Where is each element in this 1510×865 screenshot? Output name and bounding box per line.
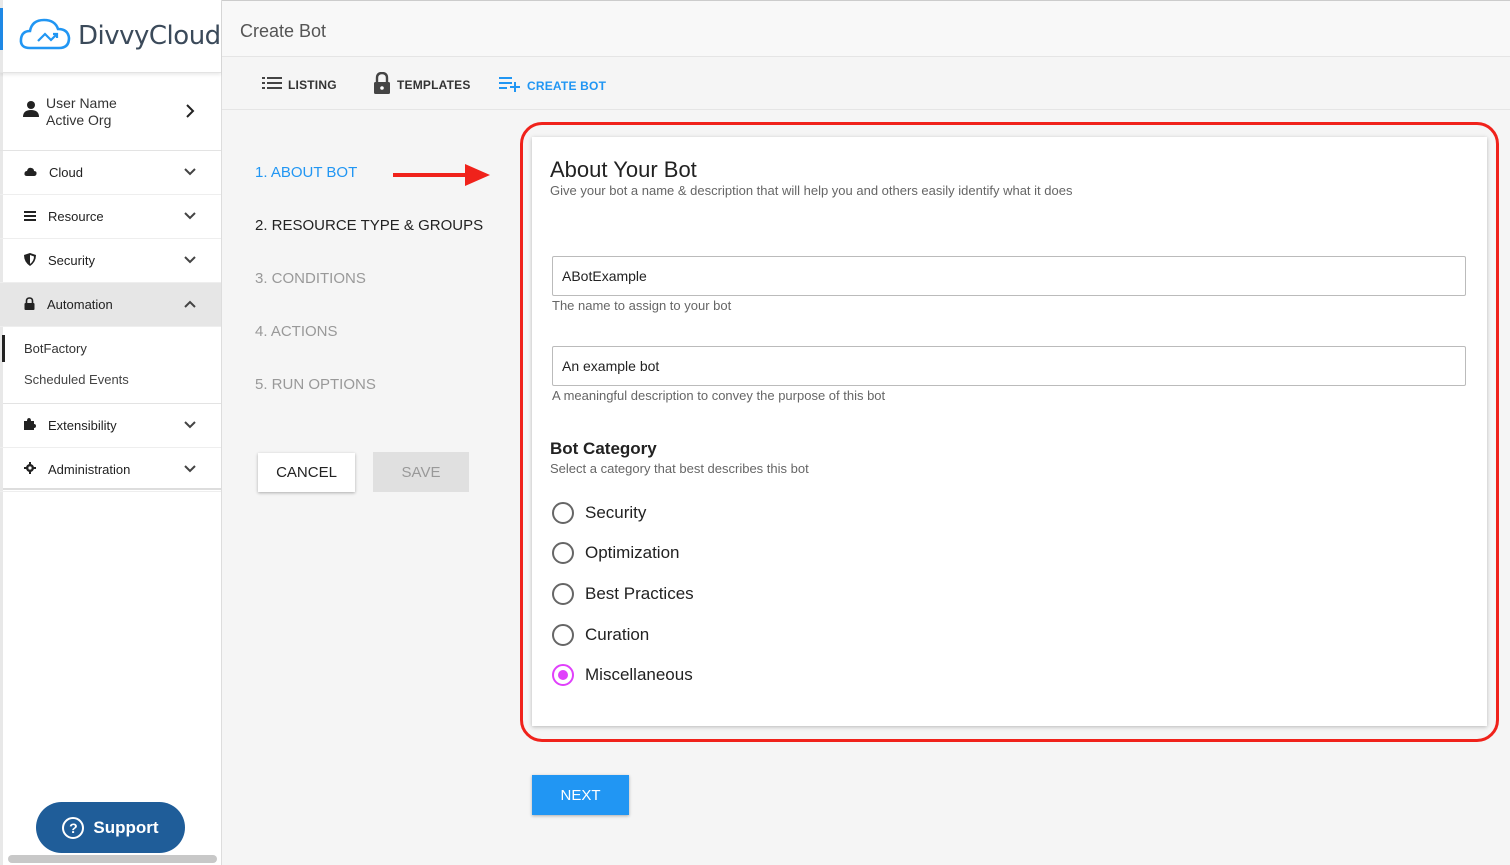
tab-templates[interactable]: TEMPLATES xyxy=(373,71,471,97)
radio-button[interactable] xyxy=(552,502,574,524)
sidebar-item-label: Cloud xyxy=(49,165,83,180)
sidebar-item-automation[interactable]: Automation xyxy=(0,283,221,327)
sidebar-item-label: Extensibility xyxy=(48,418,117,433)
bot-description-hint: A meaningful description to convey the p… xyxy=(552,388,886,403)
category-label: Miscellaneous xyxy=(585,665,693,684)
bot-name-hint: The name to assign to your bot xyxy=(552,298,732,313)
sidebar-item-administration[interactable]: Administration xyxy=(0,448,221,492)
sidebar-item-extensibility[interactable]: Extensibility xyxy=(0,404,221,448)
category-label: Security xyxy=(585,503,647,522)
cloud-icon xyxy=(24,165,37,180)
step-conditions[interactable]: 3. CONDITIONS xyxy=(255,270,366,287)
support-label: Support xyxy=(93,817,159,837)
next-button[interactable]: NEXT xyxy=(532,775,629,815)
bot-description-input[interactable] xyxy=(552,346,1466,386)
chevron-up-icon xyxy=(183,297,197,312)
chevron-down-icon xyxy=(183,418,197,433)
chevron-down-icon xyxy=(183,165,197,180)
step-about-bot[interactable]: 1. ABOUT BOT xyxy=(255,164,357,181)
tab-listing[interactable]: LISTING xyxy=(262,77,337,92)
support-button[interactable]: ? Support xyxy=(36,802,185,853)
chevron-down-icon xyxy=(183,253,197,268)
category-option-curation[interactable]: Curation xyxy=(552,624,649,646)
gear-icon xyxy=(24,462,36,477)
cancel-button[interactable]: CANCEL xyxy=(258,453,355,492)
about-bot-card: About Your Bot Give your bot a name & de… xyxy=(532,137,1487,726)
bot-name-input[interactable] xyxy=(552,256,1466,296)
bot-category-title: Bot Category xyxy=(550,439,657,458)
question-icon: ? xyxy=(62,816,85,839)
radio-button[interactable] xyxy=(552,542,574,564)
category-option-optimization[interactable]: Optimization xyxy=(552,542,679,564)
category-label: Optimization xyxy=(585,543,680,562)
step-resource-type-groups[interactable]: 2. RESOURCE TYPE & GROUPS xyxy=(255,217,483,234)
shield-icon xyxy=(24,252,36,269)
step-run-options[interactable]: 5. RUN OPTIONS xyxy=(255,376,376,393)
brand-name: DivvyCloud xyxy=(78,21,221,51)
user-icon xyxy=(22,100,40,123)
user-org: Active Org xyxy=(46,111,112,128)
puzzle-icon xyxy=(24,418,36,433)
list-icon xyxy=(24,209,36,224)
sidebar-item-label: Administration xyxy=(48,462,131,477)
user-menu[interactable]: User Name Active Org xyxy=(0,73,221,151)
sidebar-divider xyxy=(3,488,221,490)
tab-label: LISTING xyxy=(288,77,337,92)
tab-bar: LISTING TEMPLATES CREATE BOT xyxy=(222,57,1510,110)
category-label: Curation xyxy=(585,625,650,644)
cloud-logo-icon xyxy=(18,15,72,58)
sidebar-item-label: Automation xyxy=(47,297,113,312)
tab-label: TEMPLATES xyxy=(397,77,471,92)
chevron-right-icon xyxy=(185,103,195,124)
category-label: Best Practices xyxy=(585,584,694,603)
category-option-security[interactable]: Security xyxy=(552,502,646,524)
sidebar-subitem-scheduled-events[interactable]: Scheduled Events xyxy=(0,364,221,395)
page-title: Create Bot xyxy=(240,21,327,41)
user-name: User Name xyxy=(46,94,117,111)
save-button[interactable]: SAVE xyxy=(373,452,469,492)
chevron-down-icon xyxy=(183,209,197,224)
radio-button[interactable] xyxy=(552,624,574,646)
lock-icon xyxy=(24,296,35,313)
sidebar-item-label: Resource xyxy=(48,209,104,224)
red-arrow-annotation xyxy=(393,164,491,191)
category-option-best-practices[interactable]: Best Practices xyxy=(552,583,694,605)
horizontal-scrollbar[interactable] xyxy=(8,855,217,863)
lock-icon xyxy=(373,71,391,97)
sidebar: DivvyCloud User Name Active Org Cloud Re… xyxy=(0,0,222,865)
list-icon xyxy=(262,77,282,92)
logo[interactable]: DivvyCloud xyxy=(0,0,221,73)
sidebar-item-resource[interactable]: Resource xyxy=(0,195,221,239)
sidebar-item-label: Security xyxy=(48,253,95,268)
radio-button[interactable] xyxy=(552,583,574,605)
logo-accent xyxy=(0,8,3,50)
tab-create-bot[interactable]: CREATE BOT xyxy=(499,76,606,95)
card-subtitle: Give your bot a name & description that … xyxy=(550,183,1073,198)
sidebar-item-cloud[interactable]: Cloud xyxy=(0,151,221,195)
category-option-miscellaneous[interactable]: Miscellaneous xyxy=(552,664,693,686)
bot-category-subtitle: Select a category that best describes th… xyxy=(550,461,809,476)
card-title: About Your Bot xyxy=(550,157,697,182)
chevron-down-icon xyxy=(183,462,197,477)
sidebar-item-security[interactable]: Security xyxy=(0,239,221,283)
page-header: Create Bot xyxy=(222,0,1510,57)
tab-label: CREATE BOT xyxy=(527,78,607,93)
radio-button-selected[interactable] xyxy=(552,664,574,686)
automation-submenu: BotFactory Scheduled Events xyxy=(0,327,221,404)
step-actions[interactable]: 4. ACTIONS xyxy=(255,323,338,340)
playlist-add-icon xyxy=(499,76,521,95)
sidebar-subitem-botfactory[interactable]: BotFactory xyxy=(0,333,221,364)
